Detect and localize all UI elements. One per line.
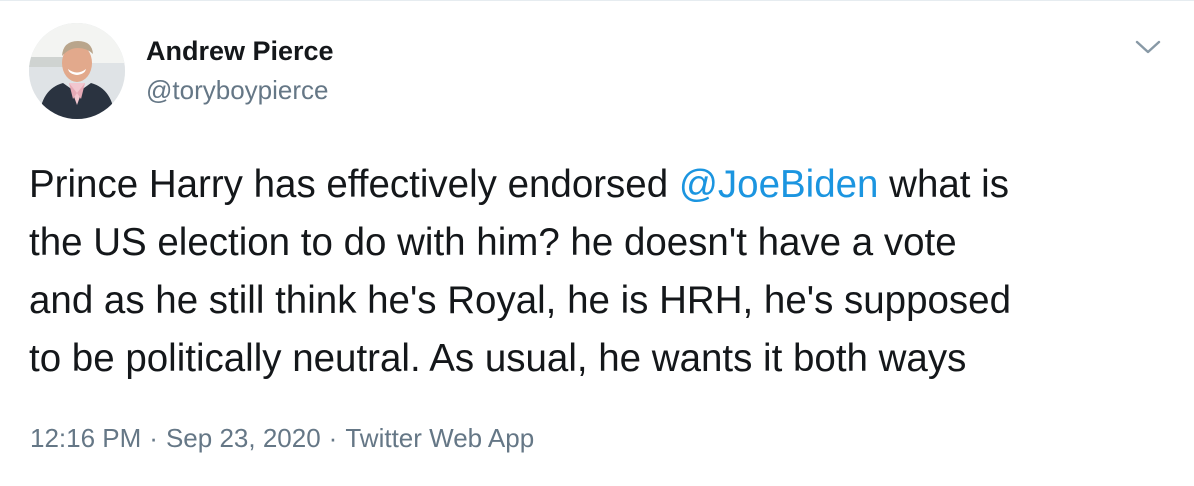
tweet-meta: 12:16 PM · Sep 23, 2020 · Twitter Web App: [30, 421, 534, 455]
separator: ·: [328, 423, 338, 453]
author-handle[interactable]: @toryboypierce: [146, 74, 328, 106]
avatar-photo-icon: [29, 23, 125, 119]
timestamp-date[interactable]: Sep 23, 2020: [166, 423, 321, 453]
source-app-link[interactable]: Twitter Web App: [345, 423, 534, 453]
tweet-text-line: to be politically neutral. As usual, he …: [29, 337, 967, 380]
tweet-menu-button[interactable]: [1133, 36, 1163, 58]
timestamp-time[interactable]: 12:16 PM: [30, 423, 141, 453]
avatar[interactable]: [29, 23, 125, 119]
tweet-text-line: and as he still think he's Royal, he is …: [29, 279, 1011, 322]
tweet-card: Andrew Pierce @toryboypierce Prince Harr…: [0, 0, 1194, 486]
chevron-down-icon: [1135, 40, 1161, 54]
tweet-text: Prince Harry has effectively endorsed @J…: [29, 156, 1174, 388]
text-segment: Prince Harry has effectively endorsed: [29, 163, 679, 206]
mention-link[interactable]: @JoeBiden: [679, 163, 879, 206]
divider: [0, 0, 1194, 1]
author-name[interactable]: Andrew Pierce: [146, 34, 334, 68]
tweet-text-line: Prince Harry has effectively endorsed @J…: [29, 156, 1174, 214]
tweet-text-line: the US election to do with him? he doesn…: [29, 221, 957, 264]
text-segment: what is: [878, 163, 1009, 206]
separator: ·: [149, 423, 158, 453]
